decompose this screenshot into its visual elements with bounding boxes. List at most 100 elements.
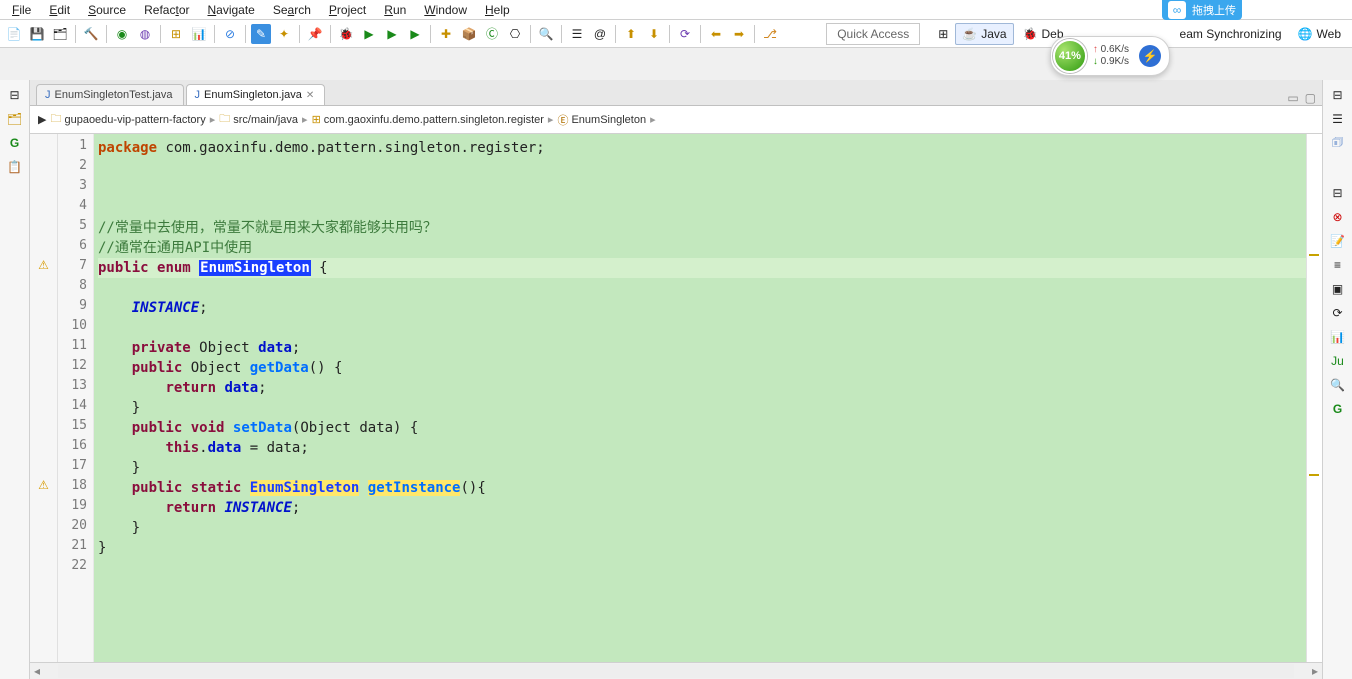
breadcrumb-package[interactable]: ⊞ com.gaoxinfu.demo.pattern.singleton.re…: [312, 113, 544, 126]
menu-file[interactable]: File: [4, 3, 39, 17]
network-monitor-widget[interactable]: 41% ↑ 0.6K/s ↓ 0.9K/s ⚡: [1050, 36, 1170, 76]
breadcrumb-src[interactable]: 🗀 src/main/java: [219, 110, 298, 129]
scroll-right-icon[interactable]: ▸: [1308, 664, 1322, 678]
restore-right-icon[interactable]: ⊟: [1329, 86, 1347, 104]
package-explorer-icon[interactable]: 🗂: [6, 110, 24, 128]
cloud-upload-widget[interactable]: ∞ 拖拽上传: [1162, 0, 1242, 20]
javadoc-icon[interactable]: 📝: [1329, 232, 1347, 250]
open-type-icon[interactable]: ◉: [112, 24, 132, 44]
accelerate-icon[interactable]: ⚡: [1139, 45, 1161, 67]
upload-speed: ↑ 0.6K/s: [1093, 44, 1129, 56]
task-list-icon[interactable]: ☰: [1329, 110, 1347, 128]
coverage-run-icon[interactable]: ▶: [405, 24, 425, 44]
outline-icon[interactable]: 🗊: [1329, 134, 1347, 152]
git-staging-icon[interactable]: G: [6, 134, 24, 152]
perspective-team[interactable]: eam Synchronizing: [1173, 23, 1289, 45]
open-task-icon[interactable]: ◍: [135, 24, 155, 44]
quick-access-input[interactable]: Quick Access: [826, 23, 920, 45]
new-server-icon[interactable]: ⎔: [505, 24, 525, 44]
pin-icon[interactable]: 📌: [305, 24, 325, 44]
search-icon[interactable]: 🔍: [536, 24, 556, 44]
editor-tab-1-label: EnumSingletonTest.java: [55, 89, 173, 101]
chevron-right-icon: ▸: [650, 113, 656, 126]
net-speeds: ↑ 0.6K/s ↓ 0.9K/s: [1093, 44, 1129, 68]
menu-run[interactable]: Run: [376, 3, 414, 17]
console-icon[interactable]: ▣: [1329, 280, 1347, 298]
editor-area: J EnumSingletonTest.java J EnumSingleton…: [30, 80, 1322, 679]
maximize-view-icon[interactable]: ▢: [1305, 91, 1316, 105]
back-icon[interactable]: ⬅: [706, 24, 726, 44]
editor-tab-1[interactable]: J EnumSingletonTest.java: [36, 84, 184, 105]
menu-refactor[interactable]: Refactor: [136, 3, 197, 17]
new-icon[interactable]: 📄: [4, 24, 24, 44]
line-number: 14: [58, 398, 87, 418]
menu-window[interactable]: Window: [416, 3, 475, 17]
warning-marker-icon[interactable]: ⚠: [30, 258, 57, 278]
perspective-java[interactable]: ☕ Java: [955, 23, 1013, 45]
open-perspective-icon[interactable]: ⊞: [933, 24, 953, 44]
run-last-icon[interactable]: ▶: [382, 24, 402, 44]
menu-edit[interactable]: Edit: [41, 3, 78, 17]
close-tab-icon[interactable]: ✕: [306, 90, 314, 101]
search-view-icon[interactable]: 🔍: [1329, 376, 1347, 394]
new-package-icon[interactable]: 📦: [459, 24, 479, 44]
minimize-view-icon[interactable]: ▭: [1287, 91, 1298, 105]
scroll-left-icon[interactable]: ◂: [30, 664, 44, 678]
breadcrumb-class[interactable]: Ⓔ EnumSingleton: [557, 112, 646, 128]
new-class-icon[interactable]: Ⓒ: [482, 24, 502, 44]
clipboard-icon[interactable]: 📋: [6, 158, 24, 176]
breadcrumb-project[interactable]: 🗀 gupaoedu-vip-pattern-factory: [50, 110, 205, 129]
line-number: 2: [58, 158, 87, 178]
globe-icon: 🌐: [1298, 27, 1313, 41]
horizontal-scrollbar[interactable]: ◂ ▸: [30, 662, 1322, 679]
wand-icon[interactable]: ✎: [251, 24, 271, 44]
warning-marker-icon[interactable]: ⚠: [30, 478, 57, 498]
cloud-icon: ∞: [1168, 1, 1186, 19]
new-project-icon[interactable]: ✚: [436, 24, 456, 44]
save-all-icon[interactable]: 🗂: [50, 24, 70, 44]
breadcrumb-src-label: src/main/java: [233, 114, 298, 126]
coverage-view-icon[interactable]: 📊: [1329, 328, 1347, 346]
junit-icon[interactable]: Ju: [1329, 352, 1347, 370]
editor-tab-2[interactable]: J EnumSingleton.java ✕: [186, 84, 326, 105]
save-icon[interactable]: 💾: [27, 24, 47, 44]
overview-ruler[interactable]: [1306, 134, 1322, 662]
line-number: 15: [58, 418, 87, 438]
menu-source[interactable]: Source: [80, 3, 134, 17]
menu-search[interactable]: Search: [265, 3, 319, 17]
build-icon[interactable]: 🔨: [81, 24, 101, 44]
code-editor[interactable]: package com.gaoxinfu.demo.pattern.single…: [94, 134, 1306, 662]
debug-icon[interactable]: 🐞: [336, 24, 356, 44]
restore-right2-icon[interactable]: ⊟: [1329, 184, 1347, 202]
quick-access-placeholder: Quick Access: [837, 27, 909, 41]
refresh-icon[interactable]: ⟳: [675, 24, 695, 44]
forward-icon[interactable]: ➡: [729, 24, 749, 44]
toggle-mark-icon[interactable]: ☰: [567, 24, 587, 44]
prev-annotation-icon[interactable]: ⬆: [621, 24, 641, 44]
declaration-icon[interactable]: ≡: [1329, 256, 1347, 274]
run-icon[interactable]: ▶: [359, 24, 379, 44]
next-annotation-icon[interactable]: ⬇: [644, 24, 664, 44]
breadcrumb-package-label: com.gaoxinfu.demo.pattern.singleton.regi…: [324, 114, 544, 126]
cpu-percent-label: 41%: [1059, 50, 1081, 62]
git-icon[interactable]: ⎇: [760, 24, 780, 44]
menu-navigate[interactable]: Navigate: [199, 3, 262, 17]
perspective-team-label: eam Synchronizing: [1180, 27, 1282, 41]
menu-help[interactable]: Help: [477, 3, 518, 17]
restore-icon[interactable]: ⊟: [6, 86, 24, 104]
perspective-web[interactable]: 🌐 Web: [1291, 23, 1348, 45]
workspace: ⊟ 🗂 G 📋 J EnumSingletonTest.java J EnumS…: [0, 80, 1352, 679]
line-number: 21: [58, 538, 87, 558]
project-icon: 🗀: [50, 110, 61, 129]
progress-icon[interactable]: ⟳: [1329, 304, 1347, 322]
menu-project[interactable]: Project: [321, 3, 374, 17]
perspective-icon[interactable]: ⊞: [166, 24, 186, 44]
breadcrumb-toggle-icon[interactable]: ▶: [38, 113, 46, 126]
skip-breakpoints-icon[interactable]: ⊘: [220, 24, 240, 44]
perspective-web-label: Web: [1317, 27, 1341, 41]
git-repo-icon[interactable]: G: [1329, 400, 1347, 418]
wand2-icon[interactable]: ✦: [274, 24, 294, 44]
problems-icon[interactable]: ⊗: [1329, 208, 1347, 226]
coverage-icon[interactable]: 📊: [189, 24, 209, 44]
annotation-icon[interactable]: @: [590, 24, 610, 44]
